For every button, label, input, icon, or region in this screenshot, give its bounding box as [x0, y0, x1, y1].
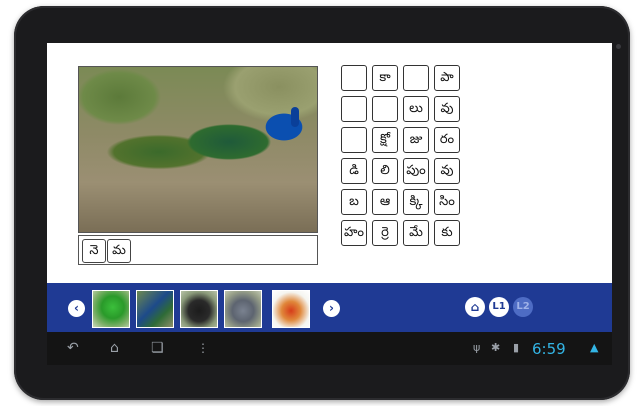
letter-tile[interactable]: హం: [341, 220, 367, 246]
letter-tile[interactable]: లి: [372, 158, 398, 184]
letter-tile[interactable]: [341, 96, 367, 122]
letter-tile[interactable]: [403, 65, 429, 91]
menu-icon[interactable]: ⋮: [197, 341, 209, 355]
peacock-photo: [78, 66, 318, 233]
letter-tile[interactable]: పుం: [403, 158, 429, 184]
clock: 6:59: [532, 340, 566, 358]
thumbnail-peacock[interactable]: [136, 290, 174, 328]
letter-tile[interactable]: కా: [372, 65, 398, 91]
app-screen: నె మ కా పా లు వు క్షో జు రం డి లి పుం వు…: [47, 43, 612, 365]
thumbnail-parrot[interactable]: [92, 290, 130, 328]
letter-tile[interactable]: వు: [434, 158, 460, 184]
home-icon[interactable]: ⌂: [465, 297, 485, 317]
level-2-button[interactable]: L2: [513, 297, 533, 317]
level-1-button[interactable]: L1: [489, 297, 509, 317]
peacock-neck: [291, 107, 299, 127]
word-letter-1[interactable]: నె: [82, 239, 106, 263]
letter-tile[interactable]: కు: [434, 220, 460, 246]
letter-tile[interactable]: [372, 96, 398, 122]
thumbnail-crow[interactable]: [180, 290, 218, 328]
letter-tile[interactable]: వు: [434, 96, 460, 122]
bottom-toolbar: ‹ › ⌂ L1 L2: [47, 283, 612, 332]
letter-tile[interactable]: లు: [403, 96, 429, 122]
letter-tile[interactable]: సిం: [434, 189, 460, 215]
debug-icon: ✱: [491, 341, 501, 354]
word-answer-field[interactable]: నె మ: [78, 235, 318, 265]
letter-tile[interactable]: క్షో: [372, 127, 398, 153]
recent-apps-icon[interactable]: ❏: [151, 341, 164, 355]
letter-tile[interactable]: ర్రె: [372, 220, 398, 246]
letter-tile[interactable]: [341, 127, 367, 153]
letter-tile[interactable]: డి: [341, 158, 367, 184]
camera-lens: [616, 44, 621, 49]
sd-card-icon: ▮: [513, 341, 520, 354]
letter-tile[interactable]: మే: [403, 220, 429, 246]
back-icon[interactable]: ↶: [67, 341, 79, 355]
letter-tile[interactable]: రం: [434, 127, 460, 153]
letter-tile[interactable]: పా: [434, 65, 460, 91]
usb-icon: ψ: [473, 341, 481, 354]
letter-tile[interactable]: క్కి: [403, 189, 429, 215]
chevron-right-icon[interactable]: ›: [323, 300, 340, 317]
letter-tile[interactable]: ఆ: [372, 189, 398, 215]
thumbnail-rooster[interactable]: [272, 290, 310, 328]
chevron-left-icon[interactable]: ‹: [68, 300, 85, 317]
word-letter-2[interactable]: మ: [107, 239, 131, 263]
home-nav-icon[interactable]: ⌂: [110, 341, 119, 355]
battery-icon: ▲: [590, 341, 599, 354]
android-navigation-bar: ↶ ⌂ ❏ ⋮ ψ ✱ ▮ 6:59 ▲: [47, 332, 612, 365]
letter-tile[interactable]: [341, 65, 367, 91]
letter-tile[interactable]: బ: [341, 189, 367, 215]
thumbnail-pigeon[interactable]: [224, 290, 262, 328]
letter-tile[interactable]: జు: [403, 127, 429, 153]
